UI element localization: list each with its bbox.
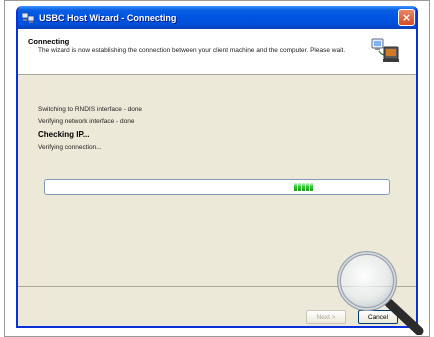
status-line-rndis: Switching to RNDIS interface - done <box>38 106 143 113</box>
cancel-button[interactable]: Cancel <box>358 310 398 324</box>
wizard-header: Connecting The wizard is now establishin… <box>18 29 416 75</box>
status-line-network: Verifying network interface - done <box>38 118 135 125</box>
page-description: The wizard is now establishing the conne… <box>38 47 346 54</box>
status-line-checking-ip: Checking IP... <box>38 130 90 139</box>
wizard-window: USBC Host Wizard - Connecting × Connecti… <box>16 6 418 328</box>
page-title: Connecting <box>28 37 70 46</box>
progress-block <box>294 183 297 191</box>
window-title: USBC Host Wizard - Connecting <box>39 12 177 23</box>
close-icon: × <box>401 11 412 24</box>
progress-block <box>310 183 313 191</box>
progress-fill <box>294 183 313 191</box>
network-computers-icon <box>22 12 35 23</box>
progress-block <box>306 183 309 191</box>
footer-divider <box>18 286 416 287</box>
title-bar[interactable]: USBC Host Wizard - Connecting × <box>18 6 416 29</box>
next-button[interactable]: Next > <box>306 310 346 324</box>
progress-bar <box>44 179 390 195</box>
status-line-verifying: Verifying connection... <box>38 144 102 151</box>
progress-block <box>302 183 305 191</box>
connected-computers-icon <box>370 37 400 65</box>
close-button[interactable]: × <box>398 9 415 26</box>
progress-block <box>298 183 301 191</box>
